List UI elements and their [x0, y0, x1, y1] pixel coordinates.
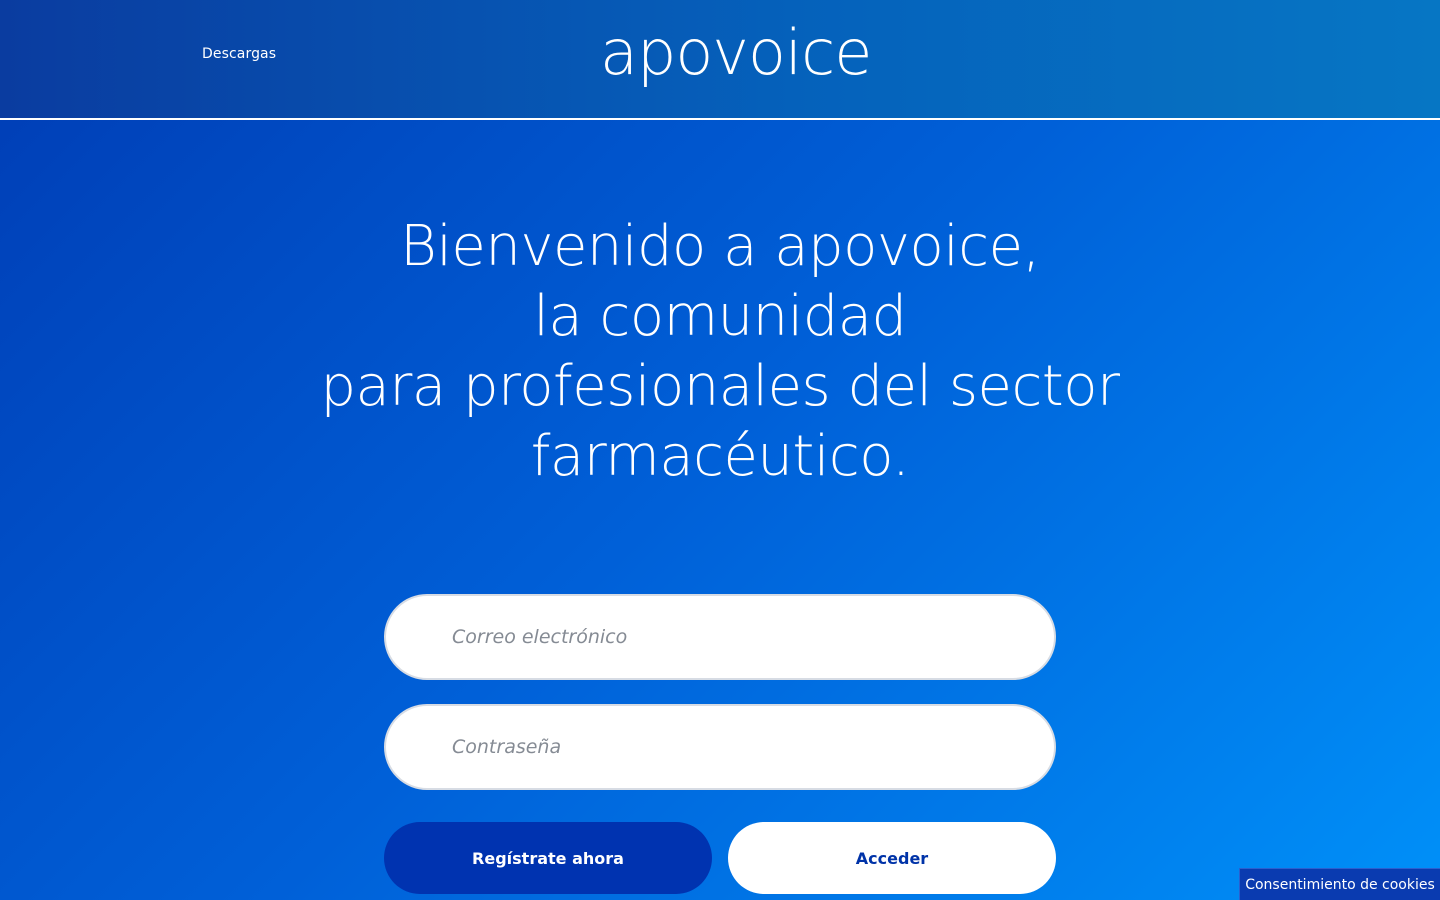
cookie-consent-button[interactable]: Consentimiento de cookies: [1239, 868, 1440, 900]
hero-line: para profesionales del sector: [320, 354, 1120, 419]
logo-wordmark: apovoice: [600, 16, 870, 89]
email-field-wrapper: [384, 594, 1056, 680]
hero-line: Bienvenido a apovoice,: [400, 214, 1040, 279]
nav-link-downloads[interactable]: Descargas: [202, 46, 276, 62]
register-button[interactable]: Regístrate ahora: [384, 822, 712, 894]
hero-line: la comunidad: [533, 284, 907, 349]
hero-line: farmacéutico.: [530, 424, 910, 489]
top-header: Descargas apovoice: [0, 0, 1440, 120]
password-field[interactable]: [452, 706, 1012, 788]
hero-heading: Bienvenido a apovoice, la comunidad para…: [0, 212, 1440, 492]
login-button[interactable]: Acceder: [728, 822, 1056, 894]
apovoice-logo[interactable]: apovoice: [598, 6, 870, 96]
password-field-wrapper: [384, 704, 1056, 790]
email-field[interactable]: [452, 596, 1012, 678]
logo-text: apovoice: [600, 16, 870, 89]
